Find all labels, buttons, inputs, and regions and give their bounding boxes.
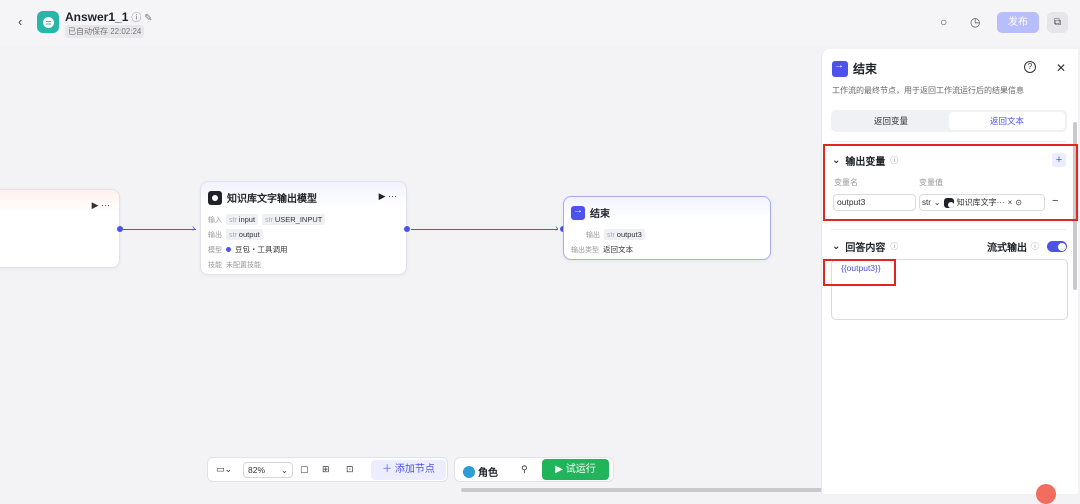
- node-controls[interactable]: ▶ ···: [379, 191, 397, 202]
- end-node[interactable]: 结束 输出 stroutput3 输出类型返回文本: [563, 196, 771, 260]
- stream-output-toggle[interactable]: 流式输出 ⓘ: [987, 239, 1067, 254]
- tab-return-text[interactable]: 返回文本: [949, 112, 1065, 130]
- edge-line: [123, 229, 196, 230]
- return-mode-tabs: 返回变量 返回文本: [831, 110, 1067, 132]
- tab-return-variable[interactable]: 返回变量: [833, 112, 949, 130]
- toggle-switch: [1047, 241, 1067, 252]
- horizontal-scrollbar[interactable]: [461, 488, 851, 492]
- chevron-down-icon: ⌄: [280, 465, 288, 475]
- arrow-icon: ›: [192, 223, 196, 234]
- edge-line: [411, 229, 558, 230]
- highlight-box: [823, 144, 1078, 221]
- autosave-status: 已自动保存 22:02:24: [65, 25, 145, 38]
- arrow-icon: ›: [555, 223, 559, 234]
- fit-icon[interactable]: ⊡: [346, 464, 354, 475]
- back-chevron-icon[interactable]: ‹: [18, 14, 22, 29]
- test-run-button[interactable]: ▶ 试运行: [542, 459, 609, 480]
- node-output: 输出 str output: [208, 229, 263, 240]
- refresh-icon[interactable]: ○: [940, 15, 947, 29]
- copy-icon[interactable]: ⧉: [1047, 12, 1068, 33]
- panel-description: 工作流的最终节点，用于返回工作流运行后的结果信息: [832, 86, 1024, 95]
- app-title[interactable]: Answer1_1 ⓘ ✎: [65, 9, 153, 24]
- chevron-down-icon: ⌄: [832, 241, 841, 252]
- info-icon: ⓘ ✎: [131, 13, 153, 24]
- info-icon: ⓘ: [890, 242, 899, 251]
- panel-title: 结束: [853, 62, 878, 76]
- node-output: 输出 str output3: [586, 229, 645, 240]
- answer-content-header[interactable]: ⌄ 回答内容 ⓘ: [832, 239, 898, 254]
- add-node-button[interactable]: ＋ 添加节点: [371, 460, 446, 480]
- app-icon: [37, 11, 59, 33]
- doubao-icon: [226, 247, 231, 252]
- history-icon[interactable]: ◷: [970, 15, 980, 29]
- role-button[interactable]: 角色: [463, 464, 498, 479]
- highlight-box: [823, 259, 896, 286]
- node-title: 知识库文字输出模型: [227, 194, 317, 205]
- avatar-icon: [463, 465, 475, 478]
- layout-icon[interactable]: ⊞: [322, 464, 330, 475]
- node-output-type: 输出类型 返回文本: [571, 245, 633, 254]
- close-icon[interactable]: ✕: [1056, 61, 1066, 75]
- node-skill: 技能 未配置技能: [208, 262, 261, 269]
- start-node[interactable]: ▶ ···: [0, 189, 120, 268]
- run-toolbar: 角色 ⚲ ▶ 试运行: [454, 457, 614, 482]
- comment-icon[interactable]: ▢: [300, 464, 309, 475]
- info-icon: ⓘ: [1031, 242, 1039, 251]
- wrench-icon[interactable]: ⚲: [521, 464, 528, 475]
- model-icon: [208, 190, 222, 205]
- node-controls[interactable]: ▶ ···: [92, 200, 110, 211]
- node-model: 模型 豆包・工具调用: [208, 245, 288, 254]
- top-bar: ‹ Answer1_1 ⓘ ✎ 已自动保存 22:02:24 ○ ◷ 发布 ⧉: [0, 0, 1080, 46]
- output-port[interactable]: [404, 226, 410, 232]
- minimap-icon[interactable]: ▭⌄: [216, 464, 232, 475]
- node-inputs: 输入 str input str USER_INPUT: [208, 214, 326, 225]
- end-icon: [832, 60, 848, 77]
- end-icon: [571, 205, 585, 220]
- llm-node[interactable]: 知识库文字输出模型 ▶ ··· 输入 str input str USER_INPU…: [200, 181, 407, 275]
- help-icon[interactable]: ?: [1024, 61, 1036, 73]
- node-title: 结束: [590, 209, 610, 220]
- assistant-bubble[interactable]: [1036, 484, 1056, 504]
- zoom-select[interactable]: 82% ⌄: [243, 462, 293, 478]
- canvas-toolbar: ▭⌄ 82% ⌄ ▢ ⊞ ⊡ ＋ 添加节点: [207, 457, 448, 482]
- publish-button[interactable]: 发布: [997, 12, 1039, 33]
